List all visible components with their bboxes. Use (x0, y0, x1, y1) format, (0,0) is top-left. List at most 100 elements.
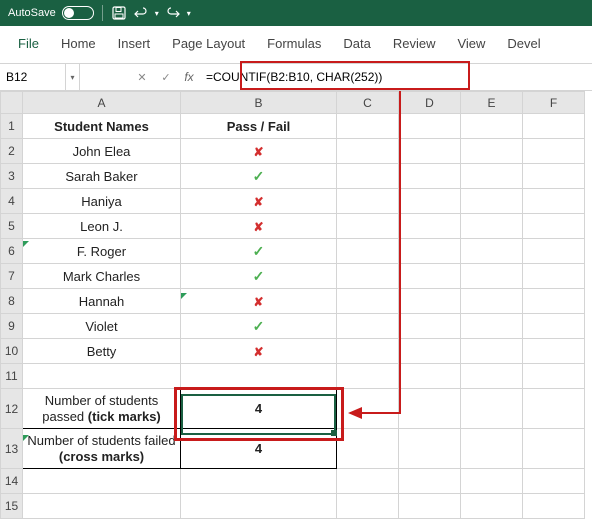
cell-e8[interactable] (461, 289, 523, 314)
cell-d15[interactable] (399, 494, 461, 519)
cell-c9[interactable] (337, 314, 399, 339)
col-header-d[interactable]: D (399, 92, 461, 114)
select-all-corner[interactable] (1, 92, 23, 114)
cell-d13[interactable] (399, 429, 461, 469)
cell-a7[interactable]: Mark Charles (23, 264, 181, 289)
cell-e7[interactable] (461, 264, 523, 289)
row-header-14[interactable]: 14 (1, 469, 23, 494)
cell-f2[interactable] (523, 139, 585, 164)
cell-e13[interactable] (461, 429, 523, 469)
cell-f15[interactable] (523, 494, 585, 519)
row-header-3[interactable]: 3 (1, 164, 23, 189)
tab-formulas[interactable]: Formulas (267, 36, 321, 51)
cell-b9[interactable]: ✓ (181, 314, 337, 339)
row-header-9[interactable]: 9 (1, 314, 23, 339)
cell-c1[interactable] (337, 114, 399, 139)
col-header-e[interactable]: E (461, 92, 523, 114)
cell-b11[interactable] (181, 364, 337, 389)
cell-b1[interactable]: Pass / Fail (181, 114, 337, 139)
cell-e14[interactable] (461, 469, 523, 494)
undo-dropdown-icon[interactable]: ▾ (155, 9, 159, 18)
cell-e12[interactable] (461, 389, 523, 429)
cell-d5[interactable] (399, 214, 461, 239)
tab-developer[interactable]: Devel (507, 36, 540, 51)
cell-c7[interactable] (337, 264, 399, 289)
cell-c13[interactable] (337, 429, 399, 469)
cell-f14[interactable] (523, 469, 585, 494)
cell-e4[interactable] (461, 189, 523, 214)
cell-b7[interactable]: ✓ (181, 264, 337, 289)
cell-a11[interactable] (23, 364, 181, 389)
cell-d8[interactable] (399, 289, 461, 314)
cell-e1[interactable] (461, 114, 523, 139)
cell-b4[interactable]: ✘ (181, 189, 337, 214)
cell-f10[interactable] (523, 339, 585, 364)
cell-c12[interactable] (337, 389, 399, 429)
tab-data[interactable]: Data (343, 36, 370, 51)
cell-b12[interactable]: 4 (181, 389, 337, 429)
cell-b15[interactable] (181, 494, 337, 519)
cell-e2[interactable] (461, 139, 523, 164)
cell-d1[interactable] (399, 114, 461, 139)
row-header-12[interactable]: 12 (1, 389, 23, 429)
cell-a5[interactable]: Leon J. (23, 214, 181, 239)
cell-b13[interactable]: 4 (181, 429, 337, 469)
cell-b8[interactable]: ✘ (181, 289, 337, 314)
cell-a10[interactable]: Betty (23, 339, 181, 364)
cell-d11[interactable] (399, 364, 461, 389)
row-header-15[interactable]: 15 (1, 494, 23, 519)
cell-a9[interactable]: Violet (23, 314, 181, 339)
row-header-1[interactable]: 1 (1, 114, 23, 139)
cell-d7[interactable] (399, 264, 461, 289)
cell-b2[interactable]: ✘ (181, 139, 337, 164)
cell-c11[interactable] (337, 364, 399, 389)
cell-f12[interactable] (523, 389, 585, 429)
cell-a6[interactable]: F. Roger (23, 239, 181, 264)
tab-view[interactable]: View (457, 36, 485, 51)
row-header-5[interactable]: 5 (1, 214, 23, 239)
cell-f5[interactable] (523, 214, 585, 239)
row-header-13[interactable]: 13 (1, 429, 23, 469)
cell-d6[interactable] (399, 239, 461, 264)
cell-d12[interactable] (399, 389, 461, 429)
col-header-c[interactable]: C (337, 92, 399, 114)
name-box[interactable] (0, 64, 66, 90)
cell-f11[interactable] (523, 364, 585, 389)
cell-d14[interactable] (399, 469, 461, 494)
cell-b14[interactable] (181, 469, 337, 494)
autosave-toggle[interactable] (62, 6, 94, 20)
cell-c10[interactable] (337, 339, 399, 364)
cell-e15[interactable] (461, 494, 523, 519)
cell-e9[interactable] (461, 314, 523, 339)
cell-a2[interactable]: John Elea (23, 139, 181, 164)
cell-d10[interactable] (399, 339, 461, 364)
name-box-dropdown-icon[interactable]: ▾ (66, 64, 80, 90)
cell-a14[interactable] (23, 469, 181, 494)
cell-c15[interactable] (337, 494, 399, 519)
tab-review[interactable]: Review (393, 36, 436, 51)
cell-f4[interactable] (523, 189, 585, 214)
cell-a4[interactable]: Haniya (23, 189, 181, 214)
redo-icon[interactable] (165, 5, 181, 21)
cell-c5[interactable] (337, 214, 399, 239)
cancel-formula-icon[interactable]: ✕ (130, 64, 154, 90)
row-header-2[interactable]: 2 (1, 139, 23, 164)
cell-c2[interactable] (337, 139, 399, 164)
cell-f7[interactable] (523, 264, 585, 289)
cell-a15[interactable] (23, 494, 181, 519)
cell-d3[interactable] (399, 164, 461, 189)
formula-input[interactable] (200, 64, 592, 90)
row-header-8[interactable]: 8 (1, 289, 23, 314)
cell-c8[interactable] (337, 289, 399, 314)
row-header-7[interactable]: 7 (1, 264, 23, 289)
cell-a8[interactable]: Hannah (23, 289, 181, 314)
cell-e10[interactable] (461, 339, 523, 364)
cell-e5[interactable] (461, 214, 523, 239)
cell-c4[interactable] (337, 189, 399, 214)
cell-f8[interactable] (523, 289, 585, 314)
cell-d4[interactable] (399, 189, 461, 214)
cell-b3[interactable]: ✓ (181, 164, 337, 189)
cell-a13[interactable]: Number of students failed (cross marks) (23, 429, 181, 469)
cell-a3[interactable]: Sarah Baker (23, 164, 181, 189)
cell-f6[interactable] (523, 239, 585, 264)
